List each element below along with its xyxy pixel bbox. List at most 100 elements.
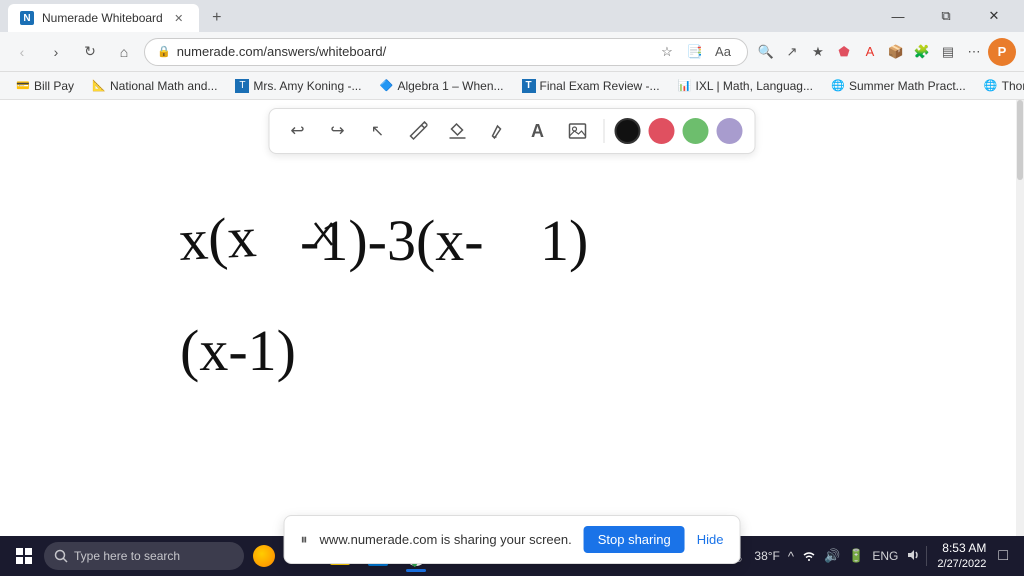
bookmark-favicon: 💳 (16, 79, 30, 93)
more-icon[interactable]: ⋯ (962, 40, 986, 64)
bookmark-favicon: 📊 (678, 79, 692, 93)
tray-divider (926, 546, 927, 566)
home-button[interactable]: ⌂ (110, 38, 138, 66)
bookmark-favicon: T (522, 79, 536, 93)
stop-sharing-button[interactable]: Stop sharing (584, 526, 685, 553)
bookmark-national-math[interactable]: 📐 National Math and... (84, 75, 225, 97)
chevron-icon[interactable]: ^ (786, 547, 796, 566)
svg-text:x(x: x(x (177, 204, 258, 273)
system-tray: 🌡 38°F ^ 🔊 🔋 ENG 8:53 AM 2/27/2022 □ (720, 540, 1018, 572)
highlighter-icon (488, 121, 508, 141)
color-purple[interactable] (717, 118, 743, 144)
bookmark-final-exam[interactable]: T Final Exam Review -... (514, 75, 668, 97)
volume-icon[interactable]: 🔊 (822, 546, 842, 566)
color-red[interactable] (649, 118, 675, 144)
adobe-icon[interactable]: A (858, 40, 882, 64)
cortana-icon (253, 545, 275, 567)
star-icon[interactable]: ☆ (655, 40, 679, 64)
tab-favicon: N (20, 11, 34, 25)
active-tab[interactable]: N Numerade Whiteboard ✕ (8, 4, 199, 32)
eraser-tool[interactable] (442, 115, 474, 147)
bookmark-label: Mrs. Amy Koning -... (253, 79, 361, 93)
eng-icon[interactable]: ENG (870, 547, 900, 565)
math-formula-svg: x(x -1)-3(x- 1) (x-1) (160, 150, 960, 470)
bookmark-ixl[interactable]: 📊 IXL | Math, Languag... (670, 75, 821, 97)
windows-logo-icon (16, 548, 32, 564)
profile-button[interactable]: P (988, 38, 1016, 66)
whiteboard-toolbar: ↩ ↪ ↖ A (269, 108, 756, 154)
bookmark-label: Final Exam Review -... (540, 79, 660, 93)
refresh-button[interactable]: ↻ (76, 38, 104, 66)
edge-icon[interactable]: ⬟ (832, 40, 856, 64)
bookmark-favicon: 🌐 (831, 79, 845, 93)
title-bar: N Numerade Whiteboard ✕ + — ⧉ ✕ (0, 0, 1024, 32)
taskbar-search-text: Type here to search (74, 549, 180, 563)
bookmark-algebra[interactable]: 🔷 Algebra 1 – When... (371, 75, 511, 97)
color-black[interactable] (615, 118, 641, 144)
new-tab-button[interactable]: + (203, 4, 231, 32)
whiteboard-container: ↩ ↪ ↖ A (0, 100, 1024, 576)
wifi-icon[interactable] (800, 546, 818, 567)
battery-icon[interactable]: 🔋 (846, 546, 866, 566)
select-tool[interactable]: ↖ (362, 115, 394, 147)
image-tool[interactable] (562, 115, 594, 147)
highlighter-tool[interactable] (482, 115, 514, 147)
bookmark-label: Summer Math Pract... (849, 79, 966, 93)
maximize-button[interactable]: ⧉ (924, 0, 968, 32)
scrollbar-thumb[interactable] (1017, 100, 1023, 180)
start-button[interactable] (6, 538, 42, 574)
bookmark-favicon: 📐 (92, 79, 106, 93)
canvas-area[interactable]: x(x -1)-3(x- 1) (x-1) (0, 100, 1024, 576)
browser-window: N Numerade Whiteboard ✕ + — ⧉ ✕ ‹ › ↻ ⌂ … (0, 0, 1024, 576)
address-bar: ‹ › ↻ ⌂ 🔒 numerade.com/answers/whiteboar… (0, 32, 1024, 72)
reader-icon[interactable]: Aa (711, 40, 735, 64)
taskbar-search-icon (54, 549, 68, 563)
bookmark-amy-koning[interactable]: T Mrs. Amy Koning -... (227, 75, 369, 97)
eraser-icon (448, 121, 468, 141)
bookmark-label: Thomastik-Infeld C... (1002, 79, 1024, 93)
sharing-text: www.numerade.com is sharing your screen. (320, 532, 572, 547)
sidebar-icon[interactable]: ▤ (936, 40, 960, 64)
bookmark-summer-math[interactable]: 🌐 Summer Math Pract... (823, 75, 974, 97)
lock-icon: 🔒 (157, 45, 171, 58)
address-right-icons: ☆ 📑 Aa (655, 40, 735, 64)
text-tool[interactable]: A (522, 115, 554, 147)
notification-icon[interactable]: □ (996, 545, 1010, 567)
extensions-icon[interactable]: 🧩 (910, 40, 934, 64)
bookmark-label: National Math and... (110, 79, 217, 93)
speakers-icon[interactable] (904, 547, 922, 566)
minimize-button[interactable]: — (876, 0, 920, 32)
undo-button[interactable]: ↩ (282, 115, 314, 147)
taskbar-search[interactable]: Type here to search (44, 542, 244, 570)
bookmark-billpay[interactable]: 💳 Bill Pay (8, 75, 82, 97)
hide-button[interactable]: Hide (697, 532, 724, 547)
bookmark-thomastik[interactable]: 🌐 Thomastik-Infeld C... (976, 75, 1024, 97)
bookmark-favicon: 🌐 (984, 79, 998, 93)
clock-time: 8:53 AM (937, 540, 986, 557)
close-window-button[interactable]: ✕ (972, 0, 1016, 32)
back-button[interactable]: ‹ (8, 38, 36, 66)
title-bar-controls: — ⧉ ✕ (876, 0, 1016, 32)
scrollbar[interactable] (1016, 100, 1024, 576)
forward-button[interactable]: › (42, 38, 70, 66)
redo-button[interactable]: ↪ (322, 115, 354, 147)
weather-temp: 38°F (752, 547, 781, 565)
bookmark-favicon: T (235, 79, 249, 93)
address-text: numerade.com/answers/whiteboard/ (177, 44, 649, 59)
clock[interactable]: 8:53 AM 2/27/2022 (931, 540, 992, 572)
bookmarks-bar: 💳 Bill Pay 📐 National Math and... T Mrs.… (0, 72, 1024, 100)
close-tab-button[interactable]: ✕ (171, 10, 187, 26)
ext1-icon[interactable]: 📦 (884, 40, 908, 64)
collection-icon[interactable]: 📑 (683, 40, 707, 64)
clock-date: 2/27/2022 (937, 557, 986, 572)
pen-icon (408, 121, 428, 141)
bookmark-label: IXL | Math, Languag... (696, 79, 813, 93)
share-icon[interactable]: ↗ (780, 40, 804, 64)
cortana-button[interactable] (246, 538, 282, 574)
favorites-icon[interactable]: ★ (806, 40, 830, 64)
pen-tool[interactable] (402, 115, 434, 147)
address-input[interactable]: 🔒 numerade.com/answers/whiteboard/ ☆ 📑 A… (144, 38, 748, 66)
color-green[interactable] (683, 118, 709, 144)
wifi-signal-icon (802, 548, 816, 562)
search-icon[interactable]: 🔍 (754, 40, 778, 64)
